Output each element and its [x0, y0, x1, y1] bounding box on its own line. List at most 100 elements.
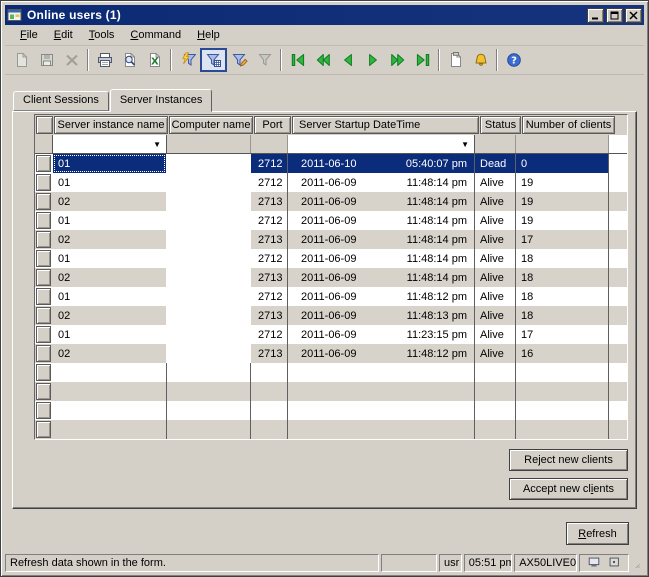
cell-col6[interactable]: 19: [516, 192, 609, 211]
cell-col4[interactable]: 2011-06-0911:48:12 pm: [288, 344, 475, 363]
cell-col3[interactable]: [251, 401, 288, 420]
minimize-button[interactable]: [587, 8, 604, 23]
accept-new-clients-button[interactable]: Accept new clients: [509, 478, 628, 500]
row-selector-button[interactable]: [36, 326, 51, 343]
cell-col3[interactable]: 2712: [251, 249, 288, 268]
row-selector-button[interactable]: [36, 250, 51, 267]
cell-col4[interactable]: 2011-06-0911:23:15 pm: [288, 325, 475, 344]
filter-by-grid-icon[interactable]: [200, 48, 227, 72]
cell-col1[interactable]: 01: [53, 173, 167, 192]
column-header-1[interactable]: Server instance name: [54, 116, 168, 134]
cell-col5[interactable]: Alive: [475, 249, 516, 268]
row-selector-button[interactable]: [36, 345, 51, 362]
cell-col3[interactable]: 2712: [251, 325, 288, 344]
filter-combo-4[interactable]: ▼: [288, 135, 475, 153]
cell-col6[interactable]: 17: [516, 230, 609, 249]
cell-col1[interactable]: 02: [53, 192, 167, 211]
cell-col4[interactable]: 2011-06-0911:48:14 pm: [288, 211, 475, 230]
column-header-2[interactable]: Computer name: [169, 116, 253, 134]
cell-col5[interactable]: Alive: [475, 306, 516, 325]
alert-icon[interactable]: [468, 48, 493, 72]
column-header-4[interactable]: Server Startup DateTime: [292, 116, 479, 134]
menu-command[interactable]: Command: [123, 27, 188, 43]
cell-col6[interactable]: 18: [516, 268, 609, 287]
resize-grip[interactable]: [631, 554, 644, 572]
go-next-fast-icon[interactable]: [385, 48, 410, 72]
cell-col2[interactable]: [167, 382, 251, 401]
cell-col3[interactable]: 2713: [251, 344, 288, 363]
cell-col4[interactable]: 2011-06-0911:48:13 pm: [288, 306, 475, 325]
cell-col5[interactable]: Alive: [475, 344, 516, 363]
export-to-excel-icon[interactable]: X: [142, 48, 167, 72]
cell-col1[interactable]: 01: [53, 154, 167, 173]
cell-col2[interactable]: [167, 325, 251, 344]
cell-col2[interactable]: [167, 230, 251, 249]
cell-col2[interactable]: [167, 363, 251, 382]
row-selector-button[interactable]: [36, 231, 51, 248]
cell-col6[interactable]: 18: [516, 306, 609, 325]
filter-by-selection-icon[interactable]: [175, 48, 200, 72]
cell-col6[interactable]: 18: [516, 287, 609, 306]
cell-col3[interactable]: 2712: [251, 287, 288, 306]
cell-col5[interactable]: [475, 401, 516, 420]
cell-col1[interactable]: 01: [53, 325, 167, 344]
cell-col5[interactable]: Alive: [475, 268, 516, 287]
cell-col2[interactable]: [167, 192, 251, 211]
cell-col6[interactable]: [516, 382, 609, 401]
cell-col5[interactable]: Alive: [475, 192, 516, 211]
cell-col5[interactable]: [475, 420, 516, 439]
cell-col2[interactable]: [167, 306, 251, 325]
cell-col5[interactable]: Dead: [475, 154, 516, 173]
print-icon[interactable]: [92, 48, 117, 72]
cell-col4[interactable]: [288, 420, 475, 439]
cell-col3[interactable]: 2713: [251, 192, 288, 211]
cell-col2[interactable]: [167, 173, 251, 192]
cell-col2[interactable]: [167, 344, 251, 363]
cell-col5[interactable]: Alive: [475, 211, 516, 230]
cell-col2[interactable]: [167, 287, 251, 306]
cell-col4[interactable]: 2011-06-0911:48:14 pm: [288, 268, 475, 287]
cell-col1[interactable]: 02: [53, 344, 167, 363]
row-selector-button[interactable]: [36, 155, 51, 172]
cell-col4[interactable]: 2011-06-0911:48:14 pm: [288, 230, 475, 249]
cell-col5[interactable]: Alive: [475, 173, 516, 192]
row-selector-button[interactable]: [36, 212, 51, 229]
tab-client-sessions[interactable]: Client Sessions: [13, 91, 109, 111]
cell-col1[interactable]: 01: [53, 249, 167, 268]
cell-col6[interactable]: [516, 401, 609, 420]
menu-help[interactable]: Help: [190, 27, 227, 43]
row-selector-button[interactable]: [36, 307, 51, 324]
cell-col5[interactable]: [475, 382, 516, 401]
menu-tools[interactable]: Tools: [82, 27, 122, 43]
go-previous-icon[interactable]: [335, 48, 360, 72]
cell-col6[interactable]: 19: [516, 173, 609, 192]
cell-col3[interactable]: [251, 363, 288, 382]
refresh-button[interactable]: Refresh: [566, 522, 629, 545]
menu-file[interactable]: File: [13, 27, 45, 43]
cell-col1[interactable]: 01: [53, 211, 167, 230]
row-selector-button[interactable]: [36, 421, 51, 438]
cell-col2[interactable]: [167, 420, 251, 439]
cell-col6[interactable]: 18: [516, 249, 609, 268]
cell-col1[interactable]: 02: [53, 306, 167, 325]
cell-col4[interactable]: [288, 363, 475, 382]
row-selector-button[interactable]: [36, 288, 51, 305]
cell-col3[interactable]: 2712: [251, 173, 288, 192]
cell-col6[interactable]: 17: [516, 325, 609, 344]
cell-col4[interactable]: [288, 401, 475, 420]
go-first-icon[interactable]: [285, 48, 310, 72]
row-selector-button[interactable]: [36, 193, 51, 210]
document-handling-icon[interactable]: [443, 48, 468, 72]
cell-col5[interactable]: Alive: [475, 287, 516, 306]
cell-col2[interactable]: [167, 268, 251, 287]
cell-col1[interactable]: 02: [53, 230, 167, 249]
cell-col4[interactable]: 2011-06-0911:48:14 pm: [288, 249, 475, 268]
cell-col2[interactable]: [167, 211, 251, 230]
tab-server-instances[interactable]: Server Instances: [110, 89, 213, 112]
cell-col5[interactable]: Alive: [475, 325, 516, 344]
go-last-icon[interactable]: [410, 48, 435, 72]
cell-col6[interactable]: [516, 420, 609, 439]
print-preview-icon[interactable]: [117, 48, 142, 72]
column-header-6[interactable]: Number of clients: [522, 116, 615, 134]
cell-col1[interactable]: [53, 420, 167, 439]
